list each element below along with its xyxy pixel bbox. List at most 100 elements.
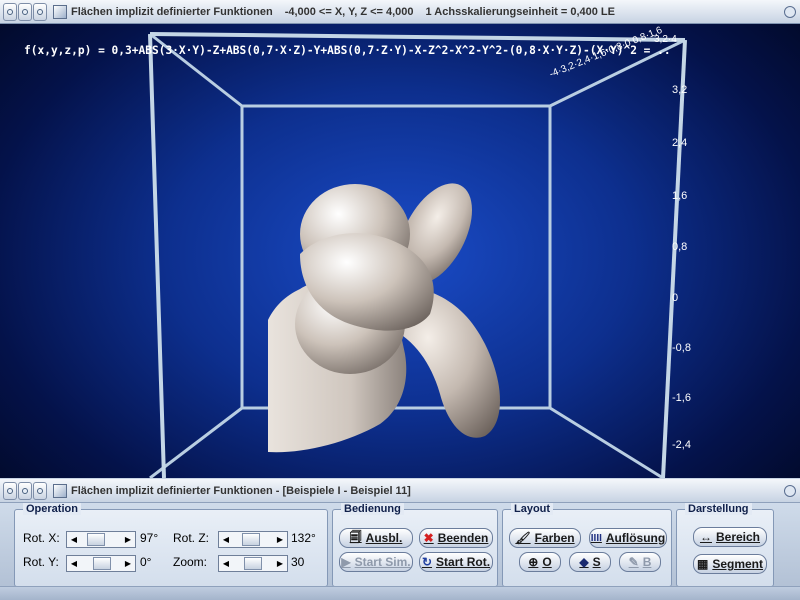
table-icon: ▦ xyxy=(696,557,709,571)
y-axis-tick: 0,8 xyxy=(672,241,688,253)
fill-icon: ◆ xyxy=(579,555,589,569)
origin-icon: ⊕ xyxy=(528,555,539,569)
arrow-right-icon[interactable]: ▶ xyxy=(121,532,135,547)
aufloesung-label: Auflösung xyxy=(605,531,666,545)
arrow-left-icon[interactable]: ◀ xyxy=(219,556,233,571)
ausblenden-label: Ausbl. xyxy=(365,531,403,545)
maximize-window-button[interactable] xyxy=(33,2,47,21)
arrow-right-icon[interactable]: ▶ xyxy=(121,556,135,571)
rot-x-label: Rot. X: xyxy=(23,531,60,545)
zoom-slider[interactable]: ◀ ▶ xyxy=(218,555,288,572)
segment-button[interactable]: ▦ Segment xyxy=(693,554,767,574)
circle-icon xyxy=(7,8,13,15)
darstellung-legend: Darstellung xyxy=(685,503,752,515)
y-axis-tick: -1,6 xyxy=(672,392,691,404)
start-sim-button[interactable]: ▶ Start Sim. xyxy=(339,552,413,572)
window-title: Flächen implizit definierter Funktionen -… xyxy=(71,6,615,18)
circle-icon xyxy=(37,487,43,494)
paint-icon: 🖌 xyxy=(515,531,531,545)
o-button[interactable]: ⊕ O xyxy=(519,552,561,572)
slider-thumb[interactable] xyxy=(244,557,262,570)
app-icon xyxy=(53,4,67,19)
status-bar xyxy=(0,586,800,600)
layout-legend: Layout xyxy=(511,503,554,515)
circle-icon xyxy=(22,487,28,494)
darstellung-group: Darstellung ↔ Bereich ▦ Segment xyxy=(676,503,774,587)
slider-thumb[interactable] xyxy=(93,557,111,570)
layout-group: Layout 🖌 Farben IIII Auflösung ⊕ O ◆ S ✎ B xyxy=(502,503,672,587)
rotate-icon: ↻ xyxy=(421,555,433,569)
y-axis-tick: -2,4 xyxy=(672,439,691,451)
slider-thumb[interactable] xyxy=(87,533,105,546)
rot-y-value: 0° xyxy=(140,555,152,569)
y-axis-tick: 2,4 xyxy=(672,137,688,149)
hide-icon: 🗐 xyxy=(349,529,362,544)
ausblenden-button[interactable]: 🗐 Ausbl. xyxy=(339,528,413,548)
circle-icon xyxy=(37,8,43,15)
b-label: B xyxy=(642,555,652,569)
circle-icon xyxy=(7,487,13,494)
circle-icon xyxy=(22,8,28,15)
panel-maximize-button[interactable] xyxy=(33,481,47,500)
arrow-left-icon[interactable]: ◀ xyxy=(67,532,81,547)
farben-button[interactable]: 🖌 Farben xyxy=(509,528,581,548)
close-icon: ✖ xyxy=(423,531,434,545)
rot-y-label: Rot. Y: xyxy=(23,555,59,569)
title-scale: 1 Achsskalierungseinheit = 0,400 LE xyxy=(425,5,615,18)
rot-x-slider[interactable]: ◀ ▶ xyxy=(66,531,136,548)
start-rot-label: Start Rot. xyxy=(436,555,491,569)
panel-title: Flächen implizit definierter Funktionen … xyxy=(71,484,411,497)
arrow-left-icon[interactable]: ◀ xyxy=(219,532,233,547)
beenden-label: Beenden xyxy=(437,531,489,545)
rot-z-label: Rot. Z: xyxy=(173,531,210,545)
panel-close-button[interactable] xyxy=(3,481,17,500)
operation-group: Operation Rot. X: ◀ ▶ 97° Rot. Z: ◀ ▶ 13… xyxy=(14,503,328,587)
start-rot-button[interactable]: ↻ Start Rot. xyxy=(419,552,493,572)
s-button[interactable]: ◆ S xyxy=(569,552,611,572)
3d-viewport[interactable]: f(x,y,z,p) = 0,3+ABS(3·X·Y)-Z+ABS(0,7·X·… xyxy=(0,24,800,478)
bereich-button[interactable]: ↔ Bereich xyxy=(693,527,767,547)
rot-y-slider[interactable]: ◀ ▶ xyxy=(66,555,136,572)
brush-icon: ✎ xyxy=(628,555,639,569)
operation-legend: Operation xyxy=(23,503,81,515)
zoom-value: 30 xyxy=(291,555,305,569)
function-formula: f(x,y,z,p) = 0,3+ABS(3·X·Y)-Z+ABS(0,7·X·… xyxy=(24,44,671,57)
start-sim-label: Start Sim. xyxy=(354,555,411,569)
panel-menu-icon[interactable] xyxy=(784,484,796,497)
panel-title-bar[interactable]: Flächen implizit definierter Funktionen … xyxy=(0,479,800,503)
segment-label: Segment xyxy=(712,557,764,571)
application-window: Flächen implizit definierter Funktionen -… xyxy=(0,0,800,600)
title-main: Flächen implizit definierter Funktionen xyxy=(71,5,273,18)
panel-title-buttons xyxy=(0,481,47,500)
grid-icon: IIII xyxy=(590,532,602,544)
bedienung-group: Bedienung 🗐 Ausbl. ✖ Beenden ▶ Start Sim. ↻… xyxy=(332,503,498,587)
farben-label: Farben xyxy=(534,531,575,545)
arrow-right-icon[interactable]: ▶ xyxy=(273,532,287,547)
rot-z-value: 132° xyxy=(291,531,316,545)
y-axis-tick: 0 xyxy=(672,292,679,304)
rot-x-value: 97° xyxy=(140,531,159,545)
title-range: -4,000 <= X, Y, Z <= 4,000 xyxy=(284,5,414,18)
panel-minimize-button[interactable] xyxy=(18,481,32,500)
window-menu-icon[interactable] xyxy=(784,5,796,18)
aufloesung-button[interactable]: IIII Auflösung xyxy=(589,528,667,548)
o-label: O xyxy=(542,555,552,569)
title-buttons xyxy=(0,2,47,21)
play-icon: ▶ xyxy=(341,555,351,569)
arrow-left-icon[interactable]: ◀ xyxy=(67,556,81,571)
panel-app-icon xyxy=(53,483,67,498)
slider-thumb[interactable] xyxy=(242,533,260,546)
implicit-surface xyxy=(268,183,500,453)
arrow-right-icon[interactable]: ▶ xyxy=(273,556,287,571)
range-icon: ↔ xyxy=(699,530,712,544)
rot-z-slider[interactable]: ◀ ▶ xyxy=(218,531,288,548)
zoom-label: Zoom: xyxy=(173,555,208,569)
minimize-window-button[interactable] xyxy=(18,2,32,21)
top-axis-end-label: 3,2·4 xyxy=(654,34,677,45)
close-window-button[interactable] xyxy=(3,2,17,21)
bereich-label: Bereich xyxy=(715,530,761,544)
main-title-bar[interactable]: Flächen implizit definierter Funktionen -… xyxy=(0,0,800,24)
beenden-button[interactable]: ✖ Beenden xyxy=(419,528,493,548)
b-button[interactable]: ✎ B xyxy=(619,552,661,572)
y-axis-tick: 3,2 xyxy=(672,84,688,96)
